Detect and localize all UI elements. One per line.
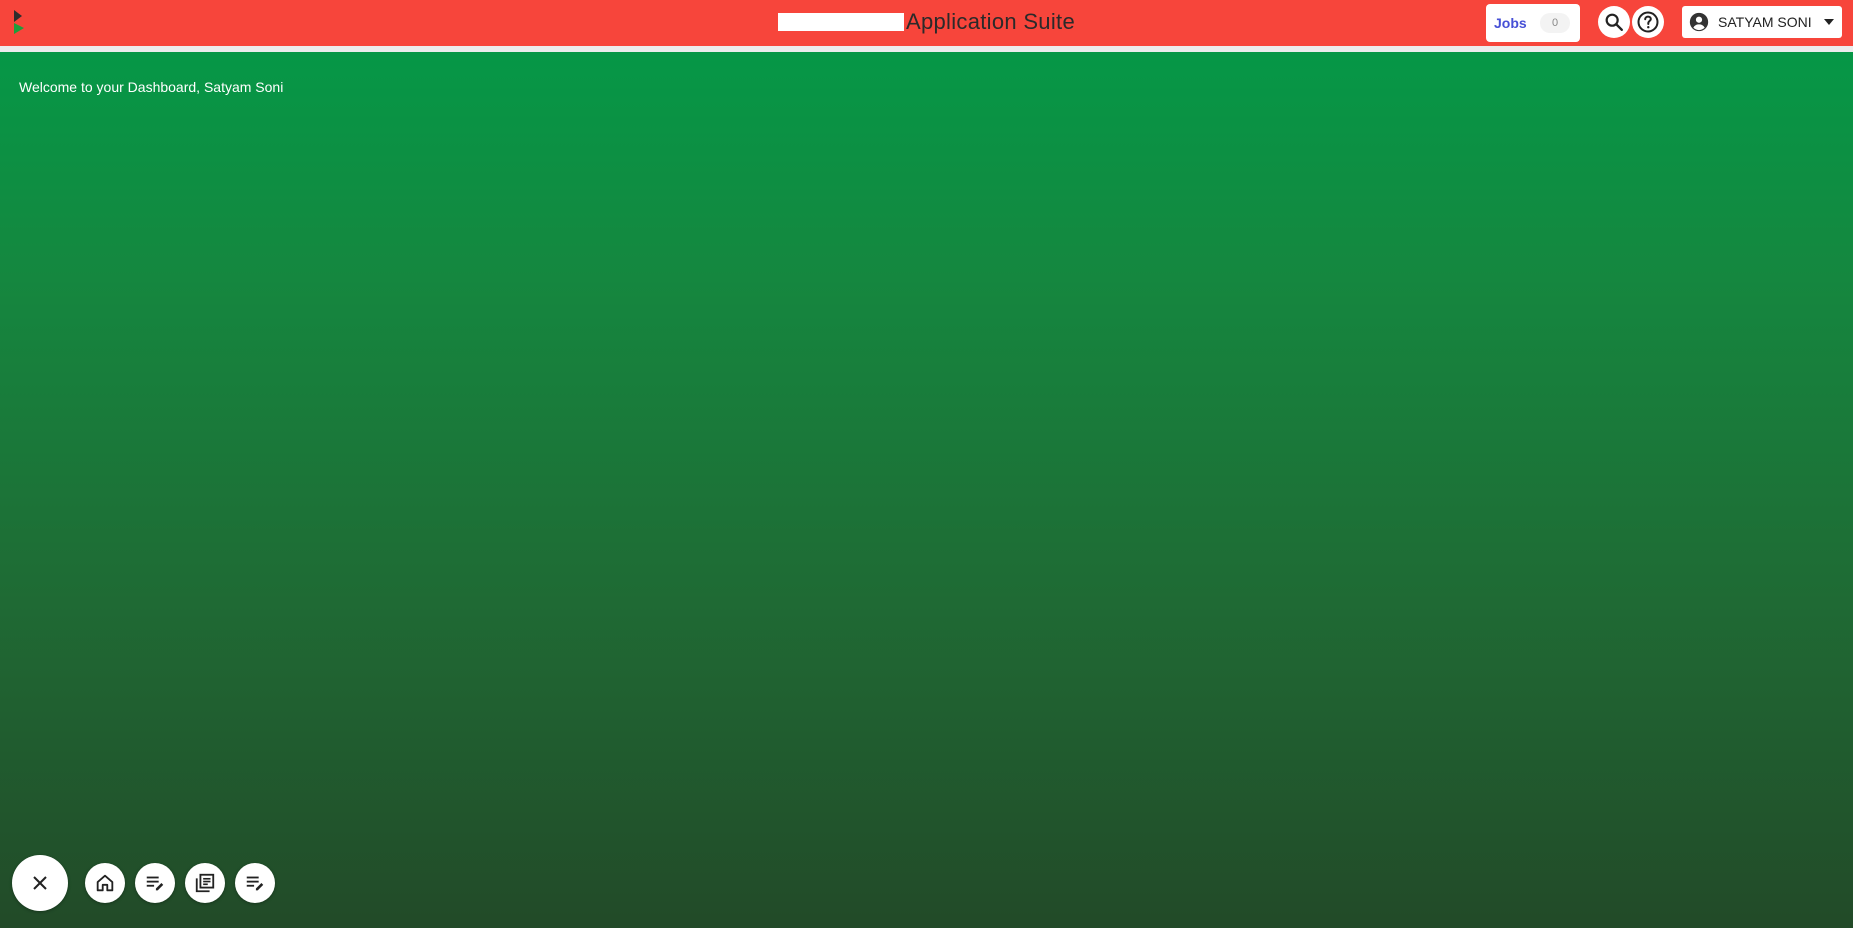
- edit-list-icon: [146, 876, 164, 891]
- library-books-icon: [195, 873, 215, 893]
- edit-list-button[interactable]: [135, 863, 175, 903]
- jobs-label: Jobs: [1494, 15, 1527, 31]
- welcome-message: Welcome to your Dashboard, Satyam Soni: [19, 79, 284, 95]
- jobs-button[interactable]: Jobs 0: [1486, 4, 1580, 42]
- user-menu-button[interactable]: SATYAM SONI: [1682, 6, 1842, 38]
- jobs-count-badge: 0: [1540, 13, 1570, 33]
- top-app-bar: Application Suite Jobs 0 SATYAM SONI: [0, 0, 1853, 46]
- close-speed-dial-button[interactable]: [12, 855, 68, 911]
- search-icon: [1605, 13, 1623, 31]
- edit-notes-button[interactable]: [235, 863, 275, 903]
- library-button[interactable]: [185, 863, 225, 903]
- redacted-brand: [778, 13, 904, 31]
- home-icon: [96, 874, 114, 892]
- header-divider: [0, 46, 1853, 52]
- home-button[interactable]: [85, 863, 125, 903]
- app-title-area: Application Suite: [778, 8, 1075, 36]
- app-title: Application Suite: [906, 9, 1075, 34]
- app-logo-icon[interactable]: [12, 10, 26, 36]
- account-circle-icon: [1689, 12, 1709, 32]
- help-icon: [1637, 11, 1659, 33]
- dashboard-page: Application Suite Jobs 0 SATYAM SONI Wel…: [0, 0, 1853, 928]
- close-icon: [33, 876, 47, 890]
- help-button[interactable]: [1632, 6, 1664, 38]
- user-name: SATYAM SONI: [1718, 14, 1812, 30]
- search-button[interactable]: [1598, 6, 1630, 38]
- caret-down-icon: [1824, 19, 1834, 25]
- edit-list-icon: [246, 876, 264, 891]
